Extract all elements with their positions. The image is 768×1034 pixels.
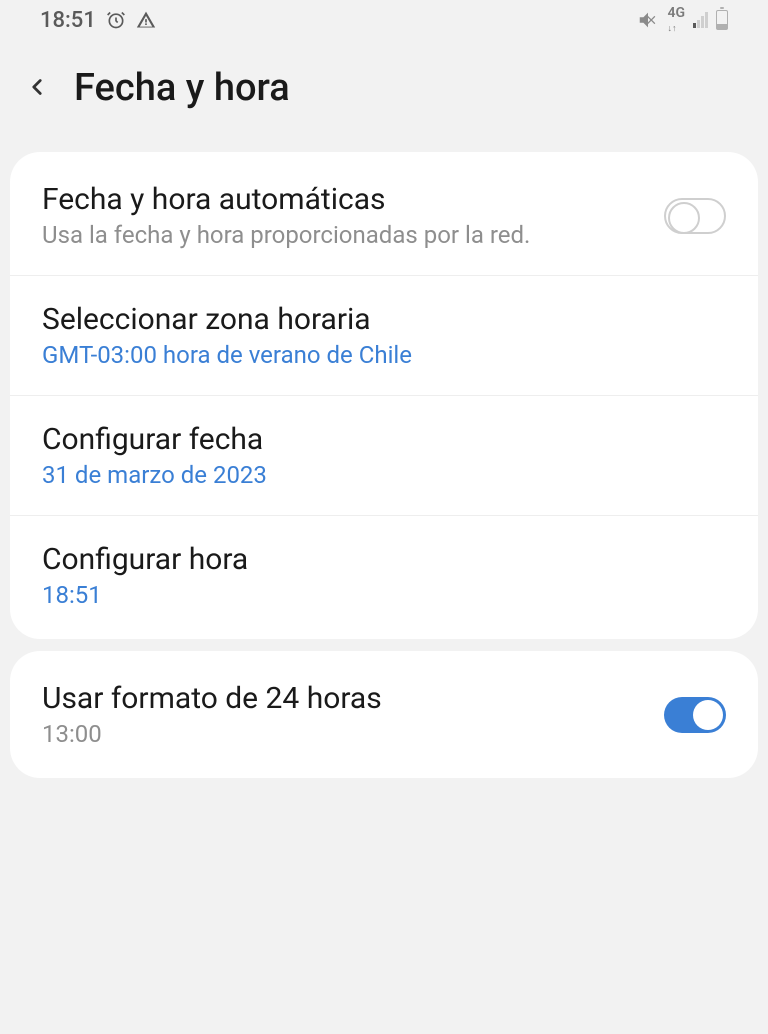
setting-title: Seleccionar zona horaria [42, 302, 726, 337]
back-button[interactable] [24, 67, 50, 109]
setting-value: 18:51 [42, 581, 726, 609]
toggle-auto-datetime[interactable] [664, 198, 726, 234]
setting-set-time[interactable]: Configurar hora 18:51 [10, 516, 758, 635]
setting-title: Configurar hora [42, 542, 726, 577]
status-right: 4G↓↑ [637, 6, 728, 34]
setting-title: Usar formato de 24 horas [42, 681, 664, 716]
setting-title: Fecha y hora automáticas [42, 182, 664, 217]
setting-set-date[interactable]: Configurar fecha 31 de marzo de 2023 [10, 396, 758, 516]
toggle-24h-format[interactable] [664, 697, 726, 733]
setting-subtitle: 13:00 [42, 720, 664, 748]
warning-icon [136, 10, 156, 30]
status-time: 18:51 [40, 8, 96, 33]
setting-subtitle: Usa la fecha y hora proporcionadas por l… [42, 221, 664, 249]
settings-card-format: Usar formato de 24 horas 13:00 [10, 651, 758, 778]
setting-value: GMT-03:00 hora de verano de Chile [42, 341, 726, 369]
status-bar: 18:51 4G↓↑ [0, 0, 768, 40]
setting-24h-format[interactable]: Usar formato de 24 horas 13:00 [10, 655, 758, 774]
status-left: 18:51 [40, 8, 156, 33]
network-type: 4G↓↑ [667, 6, 685, 34]
page-header: Fecha y hora [0, 40, 768, 140]
battery-icon [716, 10, 728, 30]
setting-value: 31 de marzo de 2023 [42, 461, 726, 489]
alarm-icon [106, 10, 126, 30]
setting-auto-datetime[interactable]: Fecha y hora automáticas Usa la fecha y … [10, 156, 758, 276]
signal-icon [693, 12, 708, 28]
setting-timezone[interactable]: Seleccionar zona horaria GMT-03:00 hora … [10, 276, 758, 396]
page-title: Fecha y hora [74, 66, 290, 110]
mute-vibrate-icon [637, 9, 659, 31]
setting-title: Configurar fecha [42, 422, 726, 457]
settings-card-main: Fecha y hora automáticas Usa la fecha y … [10, 152, 758, 639]
